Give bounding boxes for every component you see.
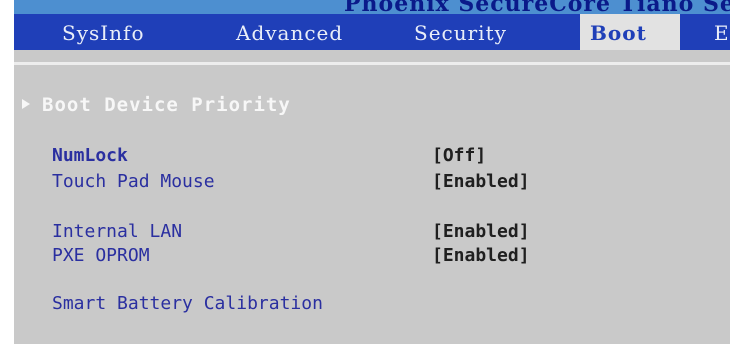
tab-exit-partial[interactable]: E (714, 14, 729, 50)
tab-security[interactable]: Security (414, 14, 507, 50)
internal-lan-label[interactable]: Internal LAN (52, 221, 182, 242)
pxe-oprom-value[interactable]: [Enabled] (432, 245, 530, 266)
title-bar: Phoenix SecureCore Tiano Set (14, 0, 730, 14)
touch-pad-mouse-value[interactable]: [Enabled] (432, 171, 530, 192)
pxe-oprom-label[interactable]: PXE OPROM (52, 245, 150, 266)
numlock-label[interactable]: NumLock (52, 145, 128, 166)
internal-lan-value[interactable]: [Enabled] (432, 221, 530, 242)
triangle-right-icon (22, 99, 30, 109)
numlock-value[interactable]: [Off] (432, 145, 486, 166)
boot-device-priority-label: Boot Device Priority (42, 94, 291, 116)
tab-boot[interactable]: Boot (580, 14, 680, 50)
tab-advanced[interactable]: Advanced (236, 14, 343, 50)
touch-pad-mouse-label[interactable]: Touch Pad Mouse (52, 171, 215, 192)
smart-battery-calibration-item[interactable]: Smart Battery Calibration (52, 293, 323, 314)
bios-screen: Phoenix SecureCore Tiano Set SysInfo Adv… (14, 0, 730, 344)
bios-title: Phoenix SecureCore Tiano Set (344, 0, 730, 14)
boot-device-priority-submenu[interactable]: Boot Device Priority (22, 94, 291, 116)
menu-bar: SysInfo Advanced Security Boot E (14, 14, 730, 50)
tab-sysinfo[interactable]: SysInfo (62, 14, 145, 50)
menu-divider (14, 62, 730, 65)
